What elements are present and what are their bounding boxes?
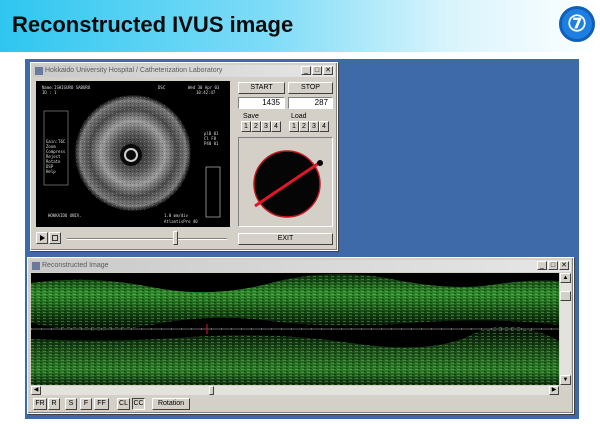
save-slot-3[interactable]: 3 bbox=[261, 121, 271, 132]
vertical-scroll-thumb[interactable] bbox=[560, 291, 571, 301]
playback-slider-thumb[interactable] bbox=[173, 231, 178, 245]
horizontal-scroll-thumb[interactable] bbox=[209, 386, 214, 395]
cl-button[interactable]: CL bbox=[117, 398, 130, 410]
slide-number-badge: ⑦ bbox=[559, 6, 595, 42]
close-button[interactable]: ✕ bbox=[323, 66, 333, 75]
filmstrip-button[interactable] bbox=[49, 232, 61, 244]
slide-title: Reconstructed IVUS image bbox=[12, 12, 294, 37]
minimize-button[interactable]: _ bbox=[301, 66, 311, 75]
ivus-image-panel: Name:ISHIGURO SABURO ID : 1 DSC Wed 30 A… bbox=[36, 81, 230, 227]
save-slot-1[interactable]: 1 bbox=[241, 121, 251, 132]
scroll-left-arrow-icon[interactable]: ◀ bbox=[31, 386, 41, 395]
window-title: Hokkaido University Hospital / Catheteri… bbox=[45, 67, 223, 74]
maximize-button[interactable]: □ bbox=[312, 66, 322, 75]
film-icon bbox=[52, 235, 58, 241]
ivus-value: P40 01 bbox=[204, 141, 219, 146]
playback-track[interactable] bbox=[67, 238, 227, 240]
app-icon bbox=[32, 262, 40, 270]
load-slot-1[interactable]: 1 bbox=[289, 121, 299, 132]
scroll-right-arrow-icon[interactable]: ▶ bbox=[549, 386, 559, 395]
cc-button[interactable]: CC bbox=[132, 398, 145, 410]
load-slot-2[interactable]: 2 bbox=[299, 121, 309, 132]
ivus-right-values: plB 01 Cl F8 P40 01 bbox=[204, 131, 218, 146]
start-frame-field[interactable]: 1435 bbox=[238, 97, 285, 109]
save-slot-4[interactable]: 4 bbox=[271, 121, 281, 132]
ivus-patient-id: ID : 1 bbox=[42, 90, 57, 95]
minimize-button[interactable]: _ bbox=[537, 261, 547, 270]
close-button[interactable]: ✕ bbox=[559, 261, 569, 270]
window-titlebar: Hokkaido University Hospital / Catheteri… bbox=[33, 65, 335, 77]
save-label: Save bbox=[243, 113, 259, 120]
vertical-scrollbar[interactable]: ▲ ▼ bbox=[560, 273, 571, 385]
rotation-dial-panel bbox=[238, 137, 333, 227]
reconstructed-image-window: Reconstructed Image _ □ ✕ ▲ ▼ ◀ ▶ FR R S… bbox=[27, 257, 574, 414]
rotation-button[interactable]: Rotation bbox=[152, 398, 190, 410]
longitudinal-image bbox=[31, 273, 559, 385]
ivus-time: 10:42:47 bbox=[196, 90, 216, 95]
scroll-down-arrow-icon[interactable]: ▼ bbox=[560, 375, 571, 385]
catheterization-window: Hokkaido University Hospital / Catheteri… bbox=[30, 62, 338, 251]
load-slot-4[interactable]: 4 bbox=[319, 121, 329, 132]
horizontal-scrollbar[interactable]: ◀ ▶ bbox=[31, 386, 559, 395]
exit-button[interactable]: EXIT bbox=[238, 233, 333, 245]
save-slot-2[interactable]: 2 bbox=[251, 121, 261, 132]
ivus-scale: 1.0 mm/div bbox=[164, 213, 189, 218]
scroll-up-arrow-icon[interactable]: ▲ bbox=[560, 273, 571, 283]
start-button[interactable]: START bbox=[238, 82, 285, 94]
fast-rewind-button[interactable]: FR bbox=[33, 398, 47, 410]
load-slot-3[interactable]: 3 bbox=[309, 121, 319, 132]
ivus-menu: Gain:T6C Zoom Compress Reject Rotate DSP… bbox=[46, 139, 65, 174]
forward-button[interactable]: F bbox=[80, 398, 92, 410]
rewind-button[interactable]: R bbox=[48, 398, 60, 410]
play-icon bbox=[40, 235, 45, 241]
ivus-menu-item: Help bbox=[46, 169, 56, 174]
stop-playback-button[interactable]: S bbox=[65, 398, 77, 410]
longitudinal-view bbox=[31, 273, 559, 385]
rotation-dial[interactable] bbox=[239, 138, 332, 226]
dial-handle[interactable] bbox=[317, 160, 323, 166]
fast-forward-button[interactable]: FF bbox=[94, 398, 109, 410]
app-icon bbox=[35, 67, 43, 75]
maximize-button[interactable]: □ bbox=[548, 261, 558, 270]
stop-frame-field[interactable]: 287 bbox=[288, 97, 333, 109]
window-titlebar: Reconstructed Image _ □ ✕ bbox=[30, 260, 571, 272]
load-label: Load bbox=[291, 113, 307, 120]
ivus-dsc: DSC bbox=[158, 85, 166, 90]
stop-button[interactable]: STOP bbox=[288, 82, 333, 94]
ivus-footer: HOKKAIDO UNIV. bbox=[48, 213, 82, 218]
ivus-device: AtlantisPro 40 bbox=[164, 219, 198, 224]
window-title: Reconstructed Image bbox=[42, 262, 109, 269]
play-button[interactable] bbox=[36, 232, 48, 244]
